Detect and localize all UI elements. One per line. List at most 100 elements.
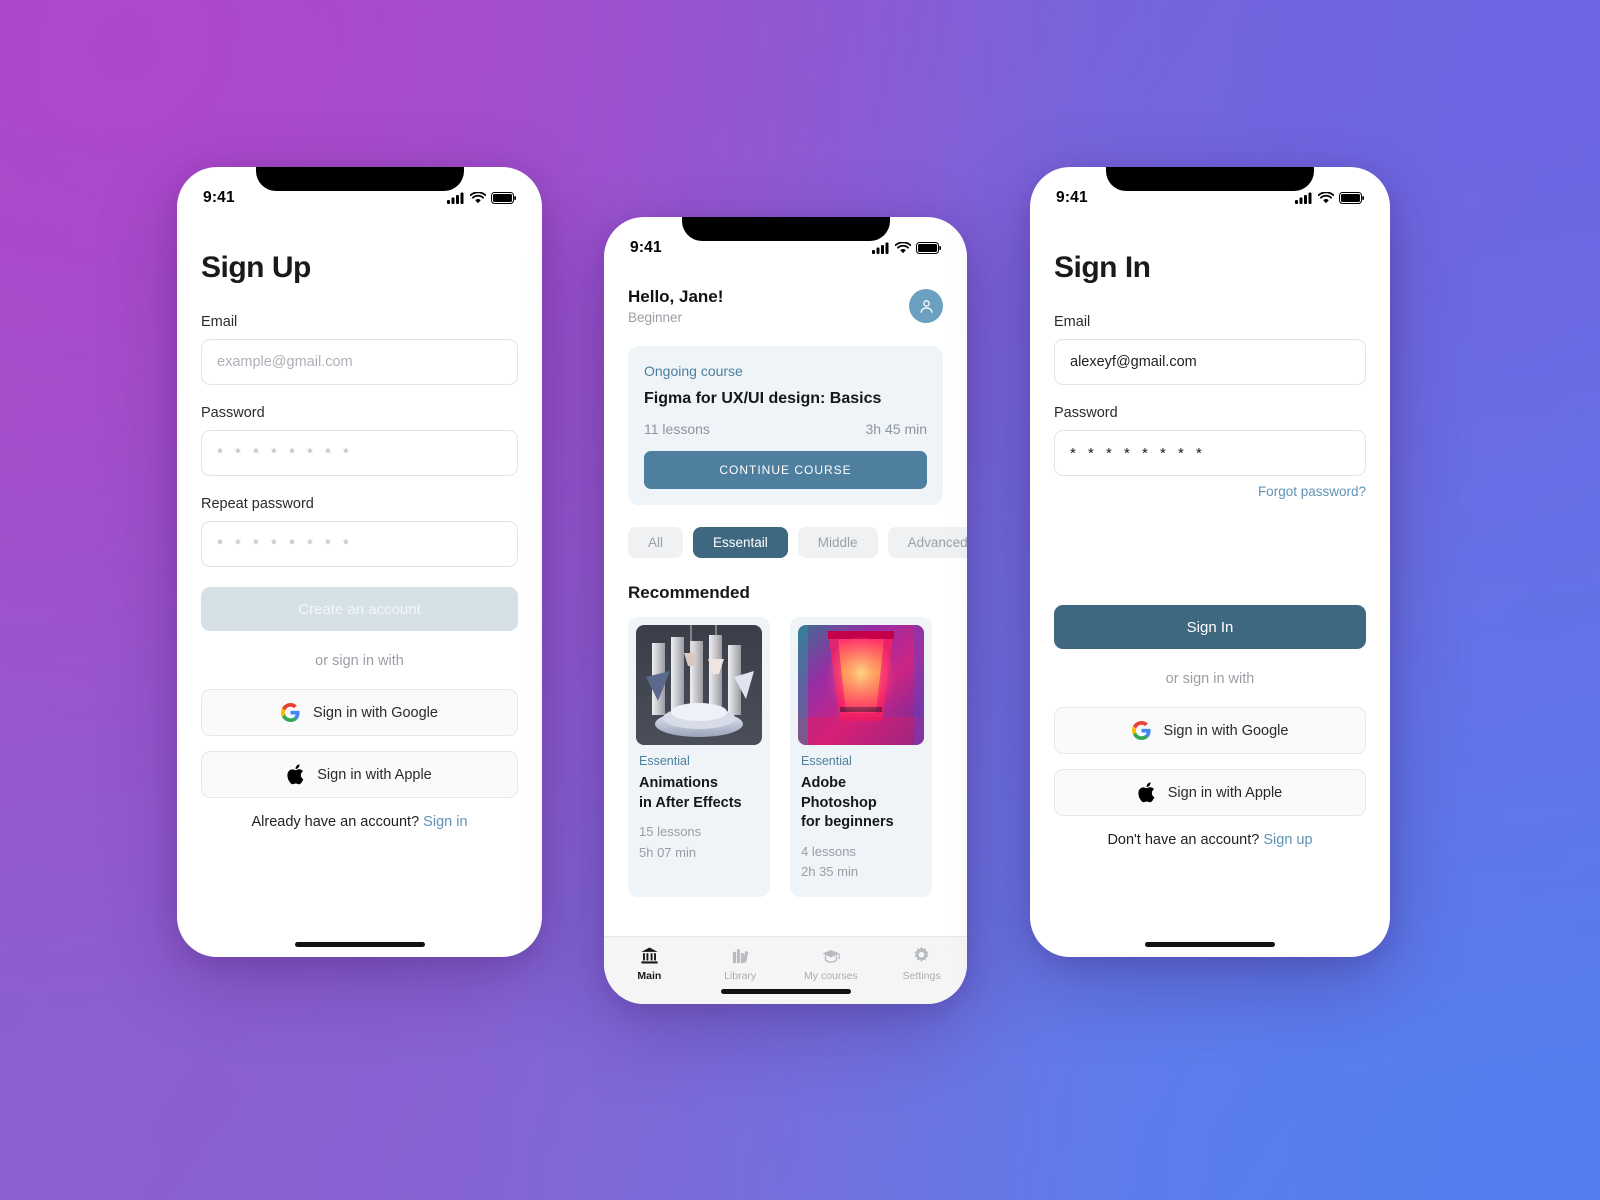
status-time: 9:41 [203,189,235,206]
course-title: Adobe Photoshop for beginners [801,774,924,833]
user-level: Beginner [628,310,683,325]
course-eyebrow: Essential [801,754,852,768]
ongoing-duration: 3h 45 min [865,421,927,437]
signal-icon [447,192,464,204]
wifi-icon [1318,192,1334,204]
status-bar: 9:41 [604,217,967,265]
phone-home: 9:41 Hello, Jane! Beginner Ongoing cours… [604,217,967,1004]
signin-link[interactable]: Sign in [423,814,467,830]
email-field[interactable]: example@gmail.com [201,339,518,385]
email-label: Email [1054,314,1091,330]
email-field[interactable]: alexeyf@gmail.com [1054,339,1366,385]
filter-chips[interactable]: All Essentail Middle Advanced [628,527,967,558]
bank-icon [641,947,658,964]
status-icons [447,192,516,204]
signin-screen: Sign In Email alexeyf@gmail.com Password… [1030,251,1390,957]
battery-icon [491,192,516,204]
apple-icon [287,764,304,785]
course-duration: 2h 35 min [801,864,859,880]
filter-chip-advanced[interactable]: Advanced [887,527,967,558]
phone-signin: 9:41 Sign In Email alexeyf@gmail.com Pas… [1030,167,1390,957]
course-eyebrow: Essential [639,754,690,768]
course-meta: 15 lessons 5h 07 min [639,822,762,864]
wifi-icon [470,192,486,204]
background-gradient: 9:41 Sign Up Email example@gmail.com Pas… [0,0,1600,1200]
ongoing-title: Figma for UX/UI design: Basics [644,390,882,407]
status-bar: 9:41 [1030,167,1390,215]
course-meta: 4 lessons 2h 35 min [801,842,924,884]
course-lessons: 15 lessons [639,824,702,840]
battery-icon [1339,192,1364,204]
course-card[interactable]: Essential Animations in After Effects 15… [628,617,770,898]
course-title-line2: in After Effects [639,794,742,811]
repeat-password-field[interactable]: * * * * * * * * [201,521,518,567]
create-account-button[interactable]: Create an account [201,587,518,631]
course-title: Animations in After Effects [639,774,762,813]
divider-text: or sign in with [1165,671,1255,687]
avatar[interactable] [909,289,943,323]
google-signin-button[interactable]: Sign in with Google [1054,707,1366,754]
books-icon [732,949,748,964]
tab-my-courses-label: My courses [804,970,858,982]
status-icons [872,242,941,254]
filter-chip-essentail[interactable]: Essentail [693,527,788,558]
course-lessons: 4 lessons [801,843,856,859]
tab-main[interactable]: Main [604,946,695,982]
status-time: 9:41 [630,239,662,256]
battery-icon [916,242,941,254]
person-icon [920,299,932,313]
greeting-text: Hello, Jane! [628,287,724,306]
greeting-block: Hello, Jane! Beginner [628,287,723,325]
apple-signin-button[interactable]: Sign in with Apple [1054,769,1366,816]
tab-settings-label: Settings [902,970,941,982]
google-icon [1131,721,1151,740]
signup-screen: Sign Up Email example@gmail.com Password… [177,251,542,957]
ongoing-lessons: 11 lessons [644,421,710,437]
phone-signup: 9:41 Sign Up Email example@gmail.com Pas… [177,167,542,957]
course-title-line1: Adobe Photoshop [801,775,877,811]
ongoing-course-card[interactable]: Ongoing course Figma for UX/UI design: B… [628,346,943,505]
signin-button[interactable]: Sign In [1054,605,1366,649]
google-icon [281,703,300,722]
signup-link[interactable]: Sign up [1263,832,1312,848]
tab-my-courses[interactable]: My courses [786,946,877,982]
course-title-line2: for beginners [801,814,894,831]
signup-footer: Don't have an account? Sign up [1054,832,1366,848]
recommended-list: Essential Animations in After Effects 15… [628,617,943,898]
ongoing-meta: 11 lessons 3h 45 min [644,421,927,437]
home-indicator [720,989,851,994]
google-signin-label: Sign in with Google [313,704,438,721]
tab-library[interactable]: Library [695,946,786,982]
tab-main-label: Main [637,970,662,982]
password-label: Password [201,405,265,421]
tab-settings[interactable]: Settings [876,946,967,982]
status-time: 9:41 [1056,189,1088,206]
apple-signin-button[interactable]: Sign in with Apple [201,751,518,798]
signin-footer: Already have an account? Sign in [201,814,518,830]
google-signin-button[interactable]: Sign in with Google [201,689,518,736]
apple-signin-label: Sign in with Apple [317,766,432,783]
tab-library-label: Library [724,970,757,982]
password-label: Password [1054,405,1118,421]
divider-text: or sign in with [315,653,404,669]
ongoing-eyebrow: Ongoing course [644,363,743,379]
forgot-password-link[interactable]: Forgot password? [1054,484,1366,499]
home-indicator [1145,942,1275,947]
graduation-cap-icon [822,950,840,963]
filter-chip-middle[interactable]: Middle [797,527,878,558]
continue-course-button[interactable]: CONTINUE COURSE [644,451,927,489]
password-field[interactable]: * * * * * * * * [201,430,518,476]
filter-chip-all[interactable]: All [628,527,684,558]
home-screen: Hello, Jane! Beginner Ongoing course Fig… [604,287,967,1004]
gear-icon [914,946,929,963]
greeting-row: Hello, Jane! Beginner [628,287,943,325]
signal-icon [872,242,889,254]
email-label: Email [201,314,238,330]
status-bar: 9:41 [177,167,542,215]
signup-footer-text: Don't have an account? [1107,832,1260,848]
password-field[interactable]: * * * * * * * * [1054,430,1366,476]
course-card[interactable]: Essential Adobe Photoshop for beginners … [790,617,932,898]
course-title-line1: Animations [639,775,718,791]
home-indicator [294,942,425,947]
page-title: Sign In [1054,251,1151,284]
